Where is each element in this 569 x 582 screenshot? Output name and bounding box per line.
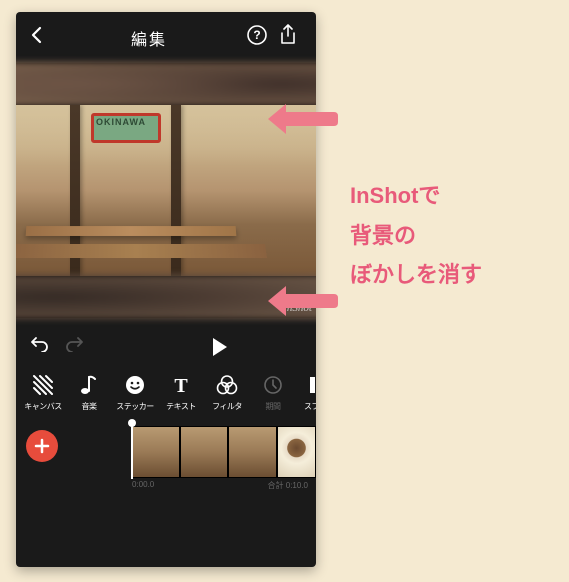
timeline-clips[interactable] (131, 426, 316, 476)
add-clip-button[interactable] (26, 430, 58, 462)
share-button[interactable] (278, 24, 302, 51)
tool-text[interactable]: T テキスト (158, 373, 204, 412)
tool-canvas[interactable]: キャンバス (20, 373, 66, 412)
help-button[interactable]: ? (246, 24, 270, 51)
tool-duration[interactable]: 期間 (250, 373, 296, 412)
playback-controls (16, 318, 316, 371)
svg-text:T: T (174, 375, 188, 395)
phone-screen: 編集 ? InShot (16, 12, 316, 567)
background-blur-bottom (16, 275, 316, 319)
timeline-labels: 0:00.0 合計 0:10.0 (16, 476, 316, 491)
tool-label: 音楽 (82, 401, 97, 412)
page-title: 編集 (60, 26, 238, 50)
back-button[interactable] (30, 26, 52, 49)
clip-thumbnail[interactable] (277, 426, 316, 478)
background-blur-top (16, 62, 316, 106)
playhead[interactable] (131, 423, 133, 479)
tool-filter[interactable]: フィルタ (204, 373, 250, 412)
tool-label: テキスト (166, 401, 196, 412)
clip-thumbnail[interactable] (180, 426, 229, 478)
tool-sticker[interactable]: ステッカー (112, 373, 158, 412)
music-icon (77, 373, 101, 397)
clip-thumbnail[interactable] (131, 426, 180, 478)
canvas-preview[interactable]: InShot (16, 63, 316, 318)
play-button[interactable] (138, 337, 302, 357)
tool-label: スプリッ (304, 401, 316, 412)
photo-content (16, 105, 316, 276)
sticker-icon (123, 373, 147, 397)
tool-bar: キャンバス 音楽 ステッカー T テキスト フィルタ (16, 371, 316, 418)
text-icon: T (169, 373, 193, 397)
start-time: 0:00.0 (132, 480, 154, 491)
redo-button[interactable] (64, 336, 84, 357)
tool-music[interactable]: 音楽 (66, 373, 112, 412)
filter-icon (215, 373, 239, 397)
tool-label: フィルタ (212, 401, 242, 412)
clip-thumbnail[interactable] (228, 426, 277, 478)
timeline[interactable]: 0:00.0 合計 0:10.0 (16, 418, 316, 491)
canvas-icon (31, 373, 55, 397)
clock-icon (261, 373, 285, 397)
watermark[interactable]: InShot (283, 302, 312, 314)
annotation-line: ぼかしを消す (350, 255, 482, 295)
annotation-text: InShotで 背景の ぼかしを消す (350, 176, 482, 295)
tool-split[interactable]: スプリッ (296, 373, 316, 412)
tool-label: ステッカー (116, 401, 154, 412)
annotation-line: InShotで (350, 176, 482, 216)
undo-button[interactable] (30, 336, 50, 357)
split-icon (307, 373, 316, 397)
svg-text:?: ? (253, 28, 260, 42)
annotation-line: 背景の (350, 216, 482, 256)
header-bar: 編集 ? (16, 12, 316, 63)
total-time: 合計 0:10.0 (268, 480, 308, 491)
tool-label: キャンバス (24, 401, 62, 412)
tool-label: 期間 (266, 401, 281, 412)
